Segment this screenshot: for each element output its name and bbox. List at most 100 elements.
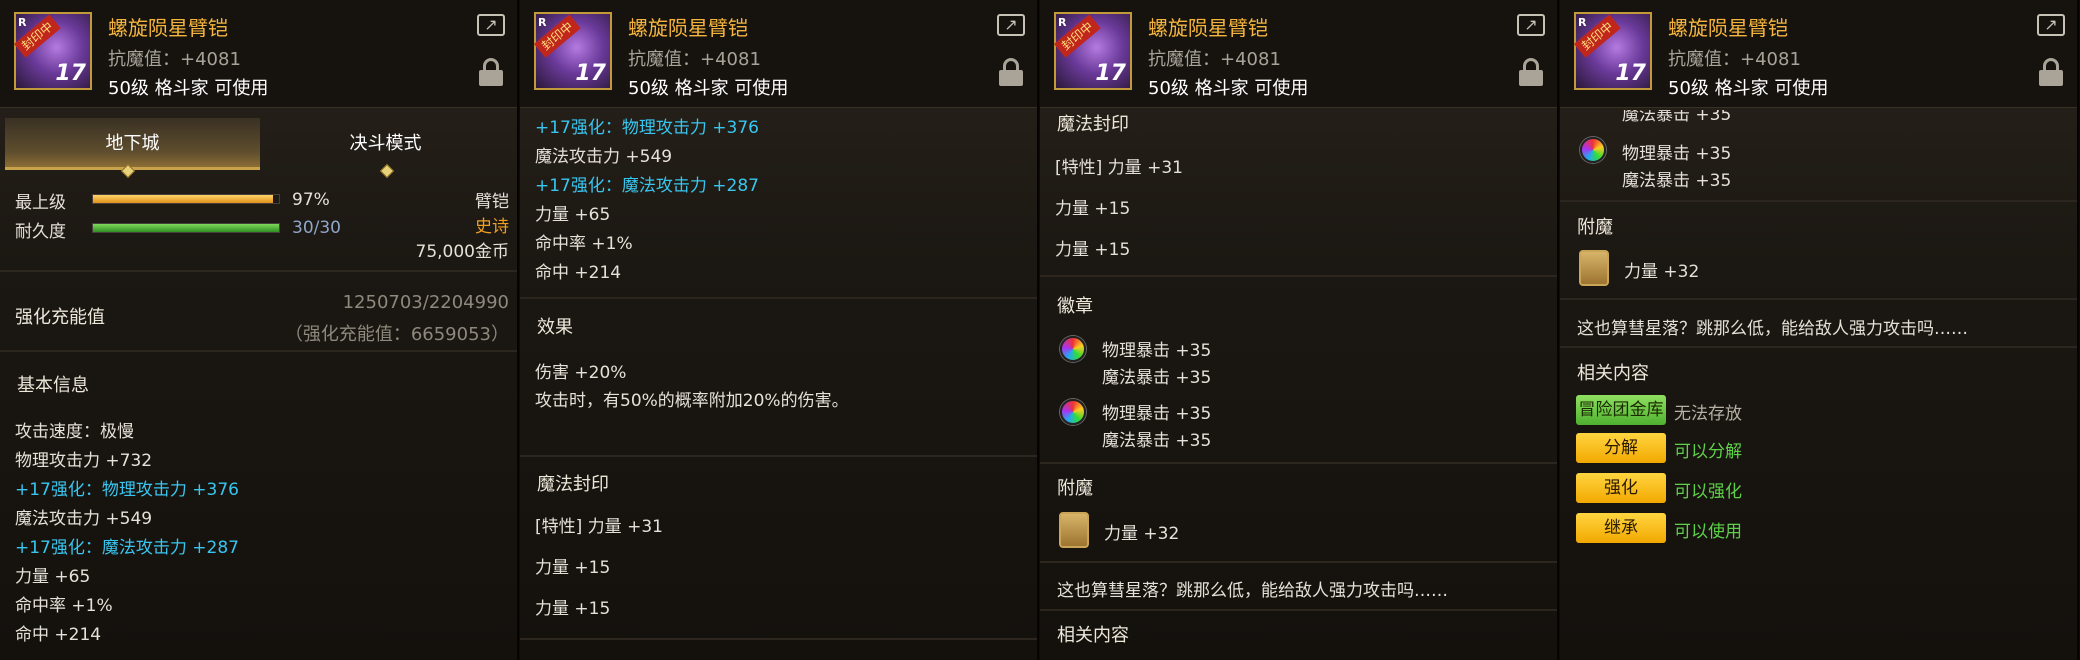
divider (1040, 275, 1557, 277)
top-grade-value: 97% (292, 190, 330, 210)
magic-resist: 抗魔值：+4081 (108, 49, 241, 70)
share-icon[interactable]: ↗ (997, 14, 1025, 36)
stat-line: 命中 +214 (535, 263, 622, 283)
emblem-gem-icon (1580, 137, 1606, 163)
stat-line: 攻击速度：极慢 (15, 422, 134, 442)
disassemble-note: 可以分解 (1674, 442, 1742, 462)
divider (520, 297, 1037, 299)
item-name: 螺旋陨星臂铠 (108, 16, 228, 40)
adventure-vault-button[interactable]: 冒险团金库 (1576, 395, 1666, 425)
effect-line: 伤害 +20% (535, 363, 627, 383)
lock-icon[interactable] (1519, 58, 1543, 88)
vault-note: 无法存放 (1674, 404, 1742, 424)
emblem-title: 徽章 (1057, 296, 1093, 317)
share-icon[interactable]: ↗ (2037, 14, 2065, 36)
arm-guard-item-icon: R 封印中 17 (14, 12, 92, 90)
stat-line: 命中 +214 (15, 625, 102, 645)
enchant-title: 附魔 (1057, 478, 1093, 499)
stat-line: +17强化：魔法攻击力 +287 (535, 176, 759, 196)
share-icon[interactable]: ↗ (477, 14, 505, 36)
item-name: 螺旋陨星臂铠 (628, 16, 748, 40)
arm-guard-item-icon: R 封印中 17 (1054, 12, 1132, 90)
emblem-stat: 魔法暴击 +35 (1102, 431, 1212, 451)
effect-line: 攻击时，有50%的概率附加20%的伤害。 (535, 391, 849, 411)
stat-line: +17强化：物理攻击力 +376 (15, 480, 239, 500)
magic-resist: 抗魔值：+4081 (1668, 49, 1801, 70)
emblem-stat: 物理暴击 +35 (1102, 404, 1212, 424)
reinforce-total: （强化充能值：6659053） (284, 324, 509, 345)
seal-line: [特性] 力量 +31 (1055, 158, 1183, 178)
tab-dungeon[interactable]: 地下城 (5, 118, 260, 170)
emblem-stat: 物理暴击 +35 (1622, 144, 1732, 164)
reinforce-button[interactable]: 强化 (1576, 473, 1666, 503)
requirement: 50级 格斗家 可使用 (108, 78, 269, 99)
emblem-stat: 魔法暴击 +35 (1102, 368, 1212, 388)
upgrade-level: 17 (55, 61, 86, 86)
magic-seal-title: 魔法封印 (537, 474, 609, 495)
related-title: 相关内容 (1577, 363, 1649, 384)
reinforce-value: 1250703/2204990 (342, 292, 509, 313)
related-title: 相关内容 (1057, 625, 1129, 646)
emblem-gem-icon (1060, 336, 1086, 362)
enchant-stat: 力量 +32 (1104, 524, 1180, 544)
reinforce-note: 可以强化 (1674, 482, 1742, 502)
seal-line: [特性] 力量 +31 (535, 517, 663, 537)
enchant-title: 附魔 (1577, 217, 1613, 238)
divider (1560, 346, 2077, 348)
enchant-card-icon (1579, 250, 1609, 286)
divider (520, 638, 1037, 640)
divider (520, 455, 1037, 457)
magic-resist: 抗魔值：+4081 (628, 49, 761, 70)
item-tooltip-panel-3: R 封印中 17 螺旋陨星臂铠 抗魔值：+4081 50级 格斗家 可使用 ↗ 魔法… (1040, 0, 1559, 660)
stat-line: 力量 +65 (535, 205, 611, 225)
upgrade-level: 17 (575, 61, 606, 86)
rarity-grade: 史诗 (475, 217, 509, 237)
effect-title: 效果 (537, 317, 573, 338)
magic-resist: 抗魔值：+4081 (1148, 49, 1281, 70)
stat-line: 物理攻击力 +732 (15, 451, 153, 471)
emblem-gem-icon (1060, 399, 1086, 425)
durability-label: 耐久度 (15, 222, 66, 242)
item-tooltip-panel-2: R 封印中 17 螺旋陨星臂铠 抗魔值：+4081 50级 格斗家 可使用 ↗ +1… (520, 0, 1039, 660)
durability-value: 30/30 (292, 218, 341, 238)
stat-line: +17强化：魔法攻击力 +287 (15, 538, 239, 558)
item-name: 螺旋陨星臂铠 (1148, 16, 1268, 40)
top-grade-label: 最上级 (15, 193, 66, 213)
seal-line: 力量 +15 (1055, 199, 1131, 219)
flavor-text: 这也算彗星落？跳那么低，能给敌人强力攻击吗…… (1057, 581, 1448, 601)
requirement: 50级 格斗家 可使用 (1668, 78, 1829, 99)
enchant-card-icon (1059, 512, 1089, 548)
magic-seal-title: 魔法封印 (1057, 114, 1129, 135)
lock-icon[interactable] (999, 58, 1023, 88)
basic-info-title: 基本信息 (17, 375, 89, 396)
slot-type: 臂铠 (475, 192, 509, 212)
share-icon[interactable]: ↗ (1517, 14, 1545, 36)
stat-line: +17强化：物理攻击力 +376 (535, 118, 759, 138)
tab-duel-mode[interactable]: 决斗模式 (258, 118, 513, 170)
reinforce-label: 强化充能值 (15, 307, 105, 328)
divider (1040, 561, 1557, 563)
item-tooltip-panel-4: R 封印中 17 螺旋陨星臂铠 抗魔值：+4081 50级 格斗家 可使用 ↗ 魔法… (1560, 0, 2079, 660)
upgrade-level: 17 (1095, 61, 1126, 86)
lock-icon[interactable] (479, 58, 503, 88)
stat-line: 力量 +65 (15, 567, 91, 587)
inherit-button[interactable]: 继承 (1576, 513, 1666, 543)
upgrade-level: 17 (1615, 61, 1646, 86)
seal-line: 力量 +15 (535, 558, 611, 578)
flavor-text: 这也算彗星落？跳那么低，能给敌人强力攻击吗…… (1577, 319, 1968, 339)
arm-guard-item-icon: R 封印中 17 (534, 12, 612, 90)
divider (1040, 462, 1557, 464)
durability-bar (92, 223, 280, 233)
divider (0, 350, 517, 352)
stat-line: 魔法攻击力 +549 (15, 509, 153, 529)
disassemble-button[interactable]: 分解 (1576, 433, 1666, 463)
lock-icon[interactable] (2039, 58, 2063, 88)
stat-line: 命中率 +1% (535, 234, 633, 254)
emblem-stat: 魔法暴击 +35 (1622, 171, 1732, 191)
tooltip-header: R 封印中 17 螺旋陨星臂铠 抗魔值：+4081 50级 格斗家 可使用 ↗ (1560, 0, 2077, 108)
tooltip-header: R 封印中 17 螺旋陨星臂铠 抗魔值：+4081 50级 格斗家 可使用 ↗ (1040, 0, 1557, 108)
stat-line: 魔法攻击力 +549 (535, 147, 673, 167)
stat-line: 命中率 +1% (15, 596, 113, 616)
inherit-note: 可以使用 (1674, 522, 1742, 542)
tooltip-header: R 封印中 17 螺旋陨星臂铠 抗魔值：+4081 50级 格斗家 可使用 ↗ (0, 0, 517, 108)
